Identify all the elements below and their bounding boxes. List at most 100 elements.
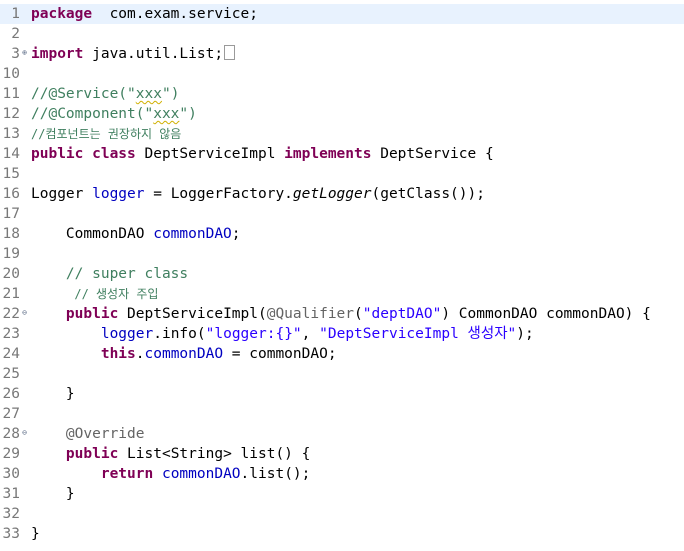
code-token: Logger	[31, 186, 93, 202]
code-line[interactable]: 32	[0, 504, 684, 524]
line-number: 19	[2, 246, 20, 262]
code-token: xxx	[135, 86, 162, 102]
code-token: ")	[161, 86, 180, 102]
code-token: ,	[301, 326, 320, 342]
code-text: return commonDAO.list();	[31, 464, 311, 484]
code-token: return	[100, 466, 154, 482]
code-token: // super class	[31, 266, 189, 282]
code-line[interactable]: 14 public class DeptServiceImpl implement…	[0, 144, 684, 164]
code-token: implements	[284, 146, 372, 162]
code-token: commonDAO	[153, 226, 232, 242]
code-line[interactable]: 25	[0, 364, 684, 384]
line-number: 28	[2, 426, 20, 442]
collapse-fold-icon[interactable]: ⊖	[20, 428, 29, 437]
code-text: @Override	[31, 424, 145, 444]
code-line[interactable]: 22 ⊖ public DeptServiceImpl(@Qualifier("d…	[0, 304, 684, 324]
code-text: }	[31, 384, 75, 404]
code-line[interactable]: 21 // 생성자 주입	[0, 284, 684, 304]
code-token: .info(	[153, 326, 206, 342]
code-line[interactable]: 18 CommonDAO commonDAO;	[0, 224, 684, 244]
code-line[interactable]: 11 //@Service("xxx")	[0, 84, 684, 104]
code-token: DeptService {	[371, 146, 494, 162]
line-number: 1	[11, 6, 20, 22]
code-line[interactable]: 24 this.commonDAO = commonDAO;	[0, 344, 684, 364]
code-token: //컴포넌트는 권장하지 않음	[31, 127, 182, 141]
code-line[interactable]: 20 // super class	[0, 264, 684, 284]
code-line[interactable]: 33}	[0, 524, 684, 544]
line-number: 23	[2, 326, 20, 342]
code-line[interactable]: 19	[0, 244, 684, 264]
line-number: 24	[2, 346, 20, 362]
code-token: @Qualifier	[266, 306, 355, 322]
code-line[interactable]: 10	[0, 64, 684, 84]
code-token: // 생성자 주입	[31, 287, 159, 301]
line-number: 22	[2, 306, 20, 322]
code-token: .	[135, 346, 145, 362]
code-token: }	[31, 526, 40, 542]
line-number: 20	[2, 266, 20, 282]
code-token: ")	[179, 106, 197, 122]
code-token: "deptDAO"	[362, 306, 442, 322]
line-number: 12	[2, 106, 20, 122]
code-token: package	[31, 6, 93, 22]
code-line[interactable]: 16 Logger logger = LoggerFactory.getLogge…	[0, 184, 684, 204]
code-line[interactable]: 27	[0, 404, 684, 424]
code-token: commonDAO	[144, 346, 224, 362]
collapse-fold-icon[interactable]: ⊖	[20, 308, 29, 317]
code-token: (getClass());	[371, 186, 485, 202]
code-text: // super class	[31, 264, 188, 284]
code-token: );	[516, 326, 534, 342]
code-token: logger	[92, 186, 145, 202]
line-number: 29	[2, 446, 20, 462]
code-line[interactable]: 2	[0, 24, 684, 44]
code-line[interactable]: 3 ⊕ import java.util.List;	[0, 44, 684, 64]
code-text: logger.info("logger:{}", "DeptServiceImp…	[31, 324, 534, 344]
code-text: //@Service("xxx")	[31, 84, 179, 104]
line-number: 26	[2, 386, 20, 402]
code-token: (	[354, 306, 363, 322]
code-token: .list();	[240, 466, 311, 482]
code-line[interactable]: 30 return commonDAO.list();	[0, 464, 684, 484]
line-number: 31	[2, 486, 20, 502]
expand-fold-icon[interactable]: ⊕	[20, 48, 29, 57]
code-line[interactable]: 23 logger.info("logger:{}", "DeptService…	[0, 324, 684, 344]
code-token: import	[31, 46, 84, 62]
code-line[interactable]: 15	[0, 164, 684, 184]
code-token: List<String> list() {	[118, 446, 311, 462]
code-token: xxx	[153, 106, 180, 122]
code-line[interactable]: 13 //컴포넌트는 권장하지 않음	[0, 124, 684, 144]
code-line[interactable]: 26 }	[0, 384, 684, 404]
code-token: }	[31, 386, 75, 402]
code-token: //@Service("	[31, 86, 136, 102]
code-line[interactable]: 28 ⊖ @Override	[0, 424, 684, 444]
code-text: package com.exam.service;	[31, 4, 258, 24]
code-line[interactable]: 17	[0, 204, 684, 224]
code-text: }	[31, 484, 75, 504]
code-token: @Override	[31, 426, 145, 442]
code-token: DeptServiceImpl	[135, 146, 285, 162]
line-number: 17	[2, 206, 20, 222]
code-token: ;	[231, 226, 241, 242]
line-number: 32	[2, 506, 20, 522]
code-text: import java.util.List;	[31, 44, 236, 64]
code-line[interactable]: 12 //@Component("xxx")	[0, 104, 684, 124]
line-number: 21	[2, 286, 20, 302]
code-token: = LoggerFactory.	[144, 186, 293, 202]
code-line[interactable]: 31 }	[0, 484, 684, 504]
code-text: CommonDAO commonDAO;	[31, 224, 241, 244]
line-number: 11	[2, 86, 20, 102]
code-line[interactable]: 1 package com.exam.service;	[0, 4, 684, 24]
line-number: 2	[11, 26, 20, 42]
code-token: DeptServiceImpl(	[118, 306, 267, 322]
code-line[interactable]: 29 public List<String> list() {	[0, 444, 684, 464]
code-token: getLogger	[292, 186, 372, 202]
collapsed-imports-icon[interactable]	[224, 45, 236, 60]
code-editor[interactable]: 1 package com.exam.service; 2 3 ⊕ import java…	[0, 0, 684, 551]
line-number: 25	[2, 366, 20, 382]
line-number: 14	[2, 146, 20, 162]
